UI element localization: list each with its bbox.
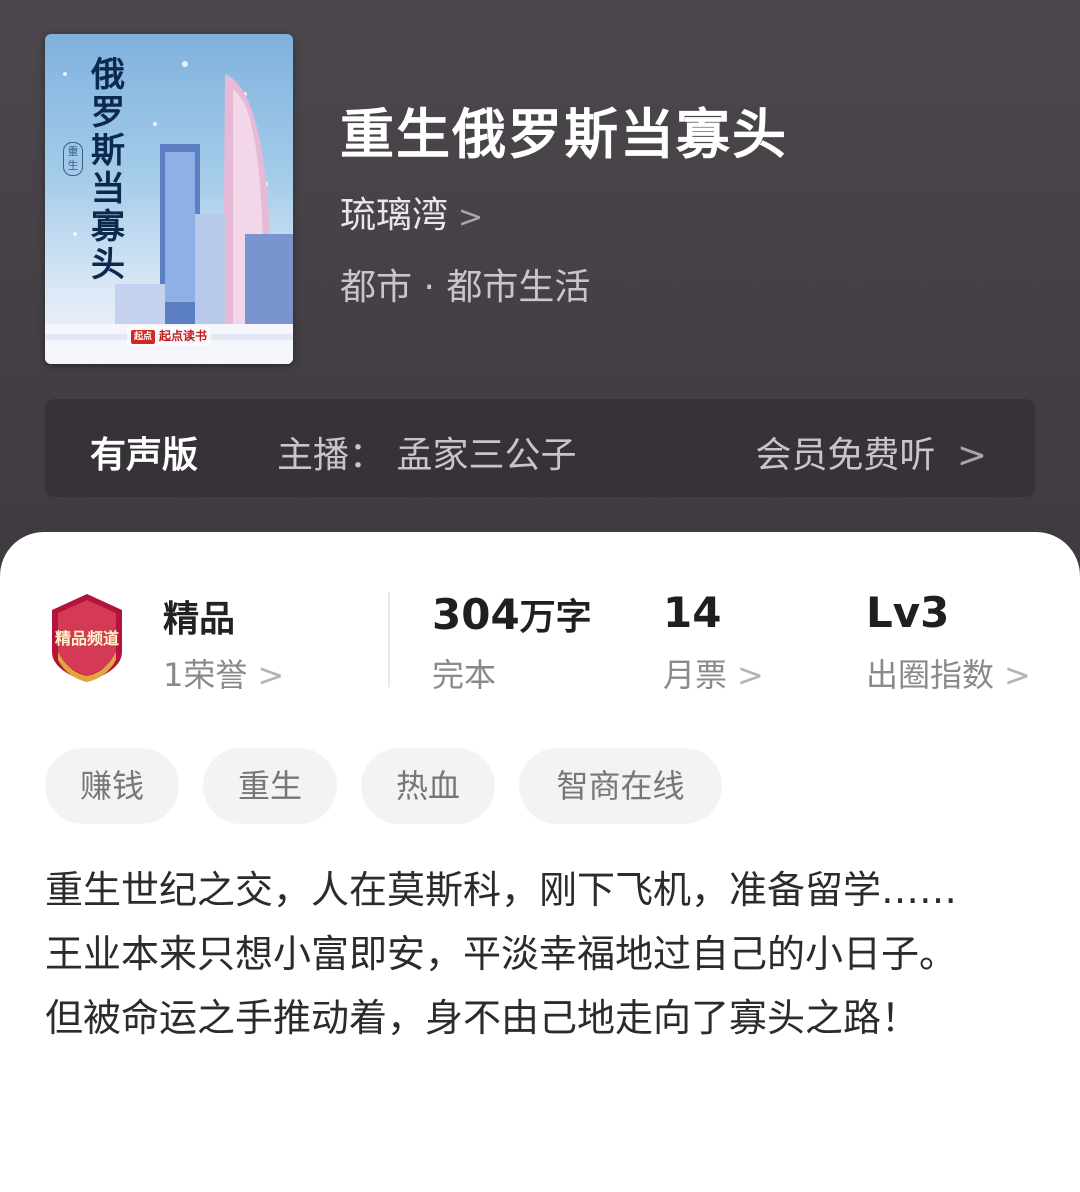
description-paragraph: 但被命运之手推动着，身不由己地走向了寡头之路！	[45, 996, 920, 1040]
chevron-right-icon: >	[257, 656, 285, 694]
book-description[interactable]: 重生世纪之交，人在莫斯科，刚下飞机，准备留学…… 王业本来只想小富即安，平淡幸福…	[45, 858, 1005, 1050]
popularity-index-label: 出圈指数	[866, 656, 995, 694]
chevron-right-icon: >	[1004, 656, 1031, 694]
description-paragraph: 王业本来只想小富即安，平淡幸福地过自己的小日子。	[45, 932, 958, 976]
chevron-right-icon: >	[956, 435, 987, 476]
tag-chip[interactable]: 热血	[361, 748, 495, 824]
chevron-right-icon: >	[737, 656, 764, 694]
cover-seal: 重生	[63, 142, 83, 176]
monthly-tickets-label: 月票	[663, 656, 728, 694]
completion-status: 完本	[432, 656, 497, 694]
honor-count: 1荣誉	[163, 656, 248, 694]
popularity-level-value: Lv3	[866, 588, 950, 637]
audio-label: 有声版	[90, 435, 199, 476]
tag-chip[interactable]: 重生	[203, 748, 337, 824]
word-count-unit: 万字	[519, 597, 592, 638]
word-count: 304万字	[432, 588, 592, 640]
cover-city-illustration	[45, 61, 293, 364]
cover-brand-icon: 起点	[131, 329, 156, 344]
monthly-tickets-value: 14	[663, 588, 722, 637]
divider	[388, 592, 390, 687]
popularity-index-link[interactable]: 出圈指数 >	[866, 650, 1031, 696]
cover-brand-text: 起点读书	[159, 329, 208, 343]
description-paragraph: 重生世纪之交，人在莫斯科，刚下飞机，准备留学……	[45, 868, 958, 912]
member-free-listen-link[interactable]: 会员免费听 >	[755, 426, 987, 478]
quality-label: 精品	[163, 599, 236, 640]
book-genre: 都市 · 都市生活	[340, 267, 591, 308]
badge-text: 精品频道	[55, 629, 119, 648]
author-link[interactable]: 琉璃湾 >	[340, 186, 483, 238]
audio-version-bar[interactable]: 有声版 主播： 孟家三公子 会员免费听 >	[45, 399, 1035, 497]
audio-host: 主播： 孟家三公子	[277, 435, 577, 476]
cover-brand: 起点 起点读书	[127, 326, 212, 346]
chevron-right-icon: >	[458, 200, 484, 235]
tag-chip[interactable]: 赚钱	[45, 748, 179, 824]
word-count-value: 304	[432, 590, 520, 639]
cover-title: 俄罗斯当寡头	[91, 55, 125, 285]
member-free-listen-label: 会员免费听	[755, 435, 936, 476]
honor-link[interactable]: 1荣誉 >	[163, 650, 284, 696]
quality-channel-badge-icon[interactable]: 精品频道	[48, 592, 126, 684]
book-title: 重生俄罗斯当寡头	[340, 103, 788, 166]
author-name: 琉璃湾	[340, 195, 449, 236]
monthly-tickets-link[interactable]: 月票 >	[663, 650, 764, 696]
book-cover[interactable]: 重生 俄罗斯当寡头 起点 起点读书	[45, 34, 293, 364]
tag-chip[interactable]: 智商在线	[519, 748, 722, 824]
